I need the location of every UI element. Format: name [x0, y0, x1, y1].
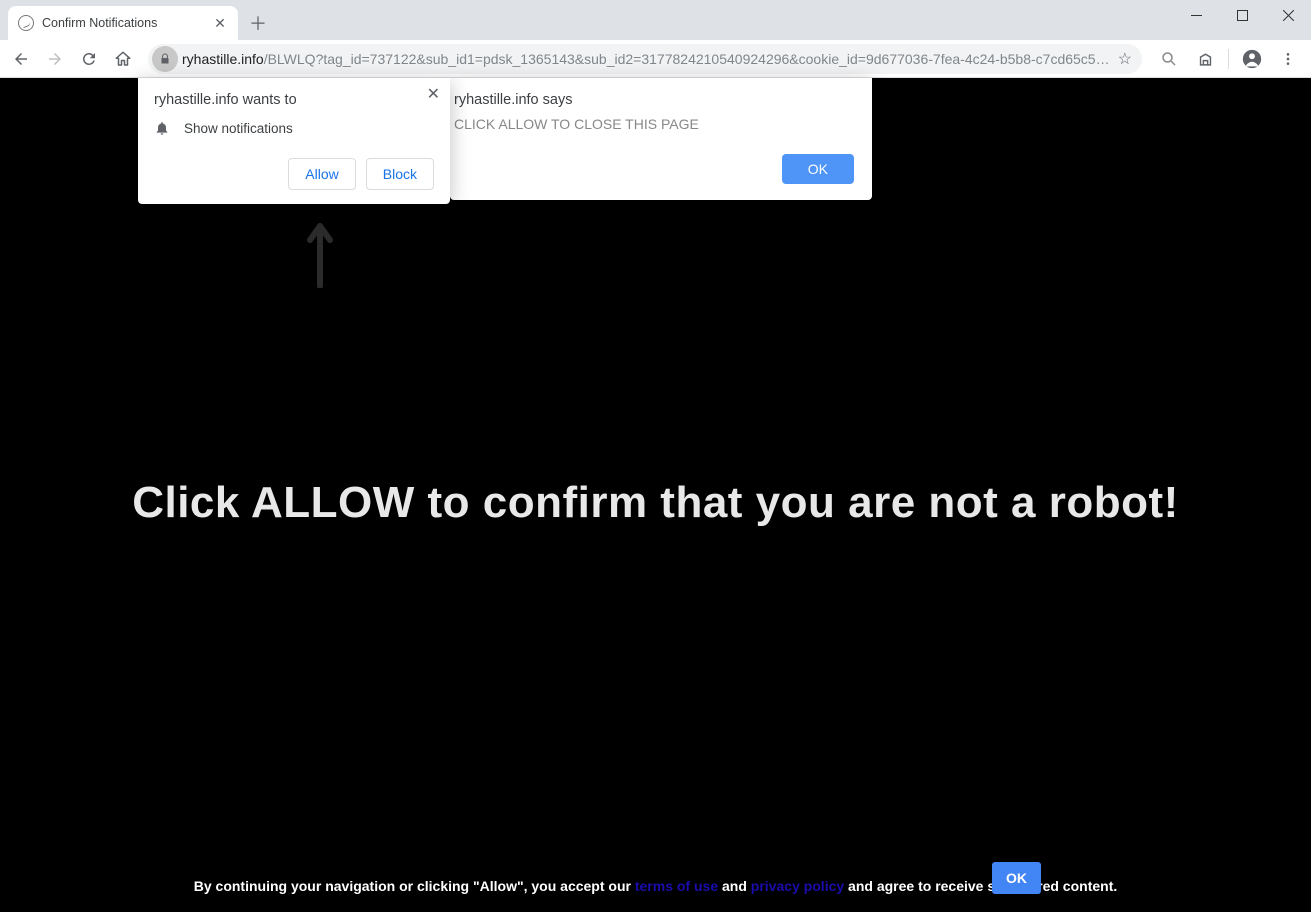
globe-icon — [18, 15, 34, 31]
url-domain: ryhastille.info — [182, 51, 264, 67]
tab-title: Confirm Notifications — [42, 16, 212, 30]
arrow-graphic — [300, 208, 340, 288]
url-text: ryhastille.info/BLWLQ?tag_id=737122&sub_… — [182, 51, 1112, 67]
home-button[interactable] — [108, 44, 138, 74]
page-ok-button[interactable]: OK — [992, 862, 1041, 894]
notification-permission-prompt: ✕ ryhastille.info wants to Show notifica… — [138, 78, 450, 204]
block-button[interactable]: Block — [366, 158, 434, 190]
js-alert-dialog: ryhastille.info says CLICK ALLOW TO CLOS… — [450, 78, 872, 200]
close-tab-button[interactable]: ✕ — [212, 15, 228, 31]
page-headline: Click ALLOW to confirm that you are not … — [0, 478, 1311, 528]
allow-button[interactable]: Allow — [288, 158, 355, 190]
forward-button[interactable] — [40, 44, 70, 74]
page-footer: By continuing your navigation or clickin… — [0, 878, 1311, 894]
profile-icon[interactable] — [1235, 44, 1269, 74]
maximize-button[interactable] — [1219, 0, 1265, 30]
bookmark-star-icon[interactable]: ☆ — [1118, 49, 1132, 69]
permission-title: ryhastille.info wants to — [154, 92, 434, 108]
terms-of-use-link[interactable]: terms of use — [635, 878, 718, 894]
alert-ok-button[interactable]: OK — [782, 154, 854, 184]
reload-button[interactable] — [74, 44, 104, 74]
footer-text-pre: By continuing your navigation or clickin… — [194, 878, 635, 894]
alert-body: CLICK ALLOW TO CLOSE THIS PAGE — [454, 116, 854, 132]
lock-icon[interactable] — [152, 46, 178, 72]
url-path: /BLWLQ?tag_id=737122&sub_id1=pdsk_136514… — [264, 51, 1112, 67]
separator — [1228, 49, 1229, 69]
privacy-policy-link[interactable]: privacy policy — [751, 878, 844, 894]
browser-tab[interactable]: Confirm Notifications ✕ — [8, 6, 238, 40]
zoom-icon[interactable] — [1152, 44, 1186, 74]
new-tab-button[interactable]: ＋ — [244, 9, 272, 37]
toolbar-right — [1152, 44, 1305, 74]
back-button[interactable] — [6, 44, 36, 74]
window-close-button[interactable] — [1265, 0, 1311, 30]
footer-text-post: and agree to receive sponsored content. — [844, 878, 1117, 894]
bell-icon — [154, 120, 170, 136]
footer-and: and — [718, 878, 751, 894]
address-bar[interactable]: ryhastille.info/BLWLQ?tag_id=737122&sub_… — [148, 44, 1142, 74]
browser-toolbar: ryhastille.info/BLWLQ?tag_id=737122&sub_… — [0, 40, 1311, 78]
extension-icon[interactable] — [1188, 44, 1222, 74]
browser-tabstrip: Confirm Notifications ✕ ＋ — [0, 0, 1311, 40]
menu-icon[interactable] — [1271, 44, 1305, 74]
permission-request-text: Show notifications — [184, 121, 293, 136]
window-controls — [1173, 0, 1311, 30]
alert-title: ryhastille.info says — [454, 92, 854, 108]
minimize-button[interactable] — [1173, 0, 1219, 30]
close-icon[interactable]: ✕ — [427, 84, 440, 104]
